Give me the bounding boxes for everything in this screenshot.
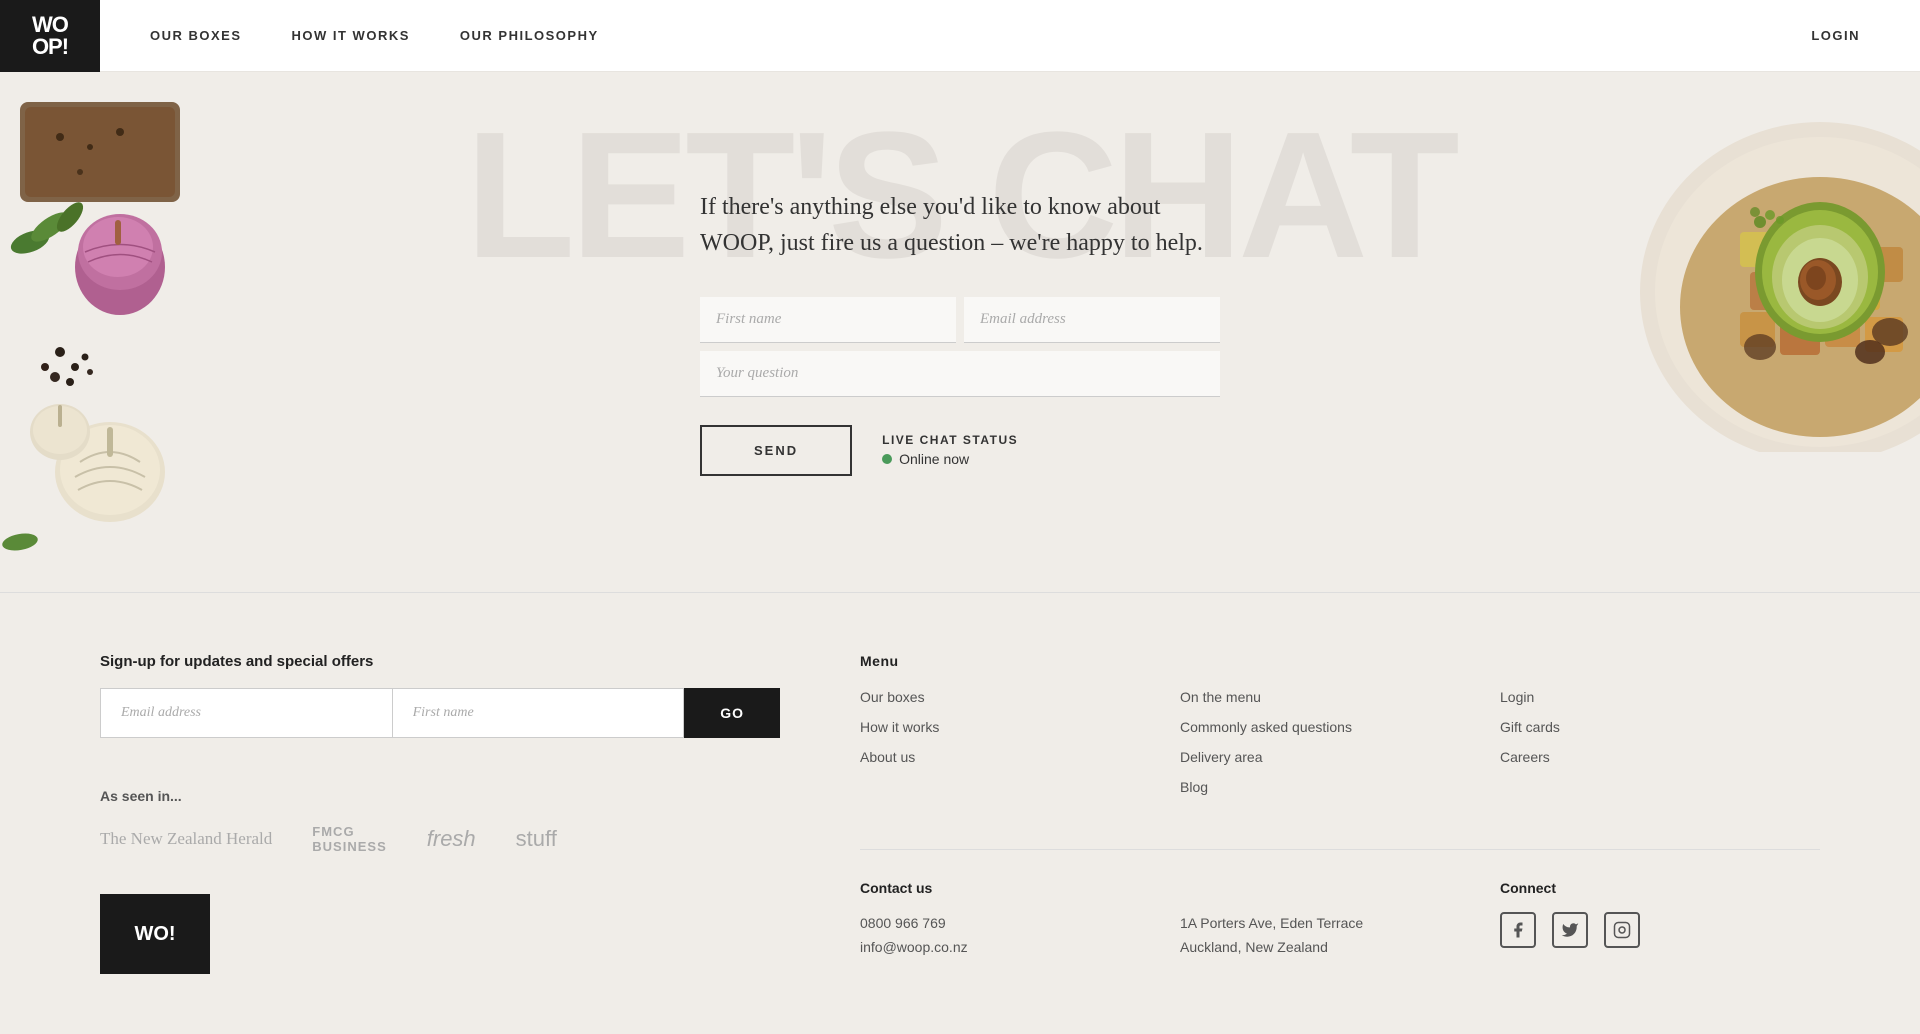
newsletter-form: GO <box>100 688 780 738</box>
footer-menu-title: Menu <box>860 653 1180 669</box>
twitter-icon[interactable] <box>1552 912 1588 948</box>
footer-nav-col3-spacer <box>1500 653 1820 669</box>
contact-subtitle: If there's anything else you'd like to k… <box>700 189 1220 261</box>
chat-status-label: LIVE CHAT STATUS <box>882 433 1018 447</box>
newsletter-go-button[interactable]: GO <box>684 688 780 738</box>
footer-logo[interactable]: WO! <box>100 894 210 974</box>
nav-our-boxes[interactable]: OUR BOXES <box>150 28 242 43</box>
footer-nav-col-3: Login Gift cards Careers <box>1500 653 1820 809</box>
login-button[interactable]: LOGIN <box>1811 28 1860 43</box>
facebook-icon[interactable] <box>1500 912 1536 948</box>
nav-our-philosophy[interactable]: OUR PHILOSOPHY <box>460 28 599 43</box>
send-button[interactable]: SEND <box>700 425 852 476</box>
footer: Sign-up for updates and special offers G… <box>0 592 1920 1034</box>
contact-email[interactable]: info@woop.co.nz <box>860 939 968 955</box>
online-dot-icon <box>882 454 892 464</box>
media-logos: The New Zealand Herald FMCGBUSINESS fres… <box>100 824 780 854</box>
footer-nav-col2-spacer <box>1180 653 1500 669</box>
fmcg-logo: FMCGBUSINESS <box>312 824 386 854</box>
footer-nav: Menu Our boxes How it works About us On … <box>860 653 1820 809</box>
footer-link-delivery[interactable]: Delivery area <box>1180 749 1262 765</box>
nzherald-logo: The New Zealand Herald <box>100 829 272 849</box>
fresh-logo: fresh <box>427 826 476 852</box>
footer-link-login[interactable]: Login <box>1500 689 1534 705</box>
contact-section: LET'S CHAT <box>0 72 1920 592</box>
main-nav: OUR BOXES HOW IT WORKS OUR PHILOSOPHY <box>150 28 1811 43</box>
online-label: Online now <box>899 451 969 467</box>
page-wrapper: LET'S CHAT <box>0 0 1920 1034</box>
stuff-logo: stuff <box>516 826 557 852</box>
form-actions: SEND LIVE CHAT STATUS Online now <box>700 425 1220 476</box>
logo-text: WOOP! <box>32 14 68 58</box>
footer-nav-col-2: On the menu Commonly asked questions Del… <box>1180 653 1500 809</box>
footer-left: Sign-up for updates and special offers G… <box>100 653 780 974</box>
footer-link-faq[interactable]: Commonly asked questions <box>1180 719 1352 735</box>
contact-address-col: 1A Porters Ave, Eden Terrace Auckland, N… <box>1180 880 1500 960</box>
contact-address-line1: 1A Porters Ave, Eden Terrace <box>1180 915 1363 931</box>
connect-col: Connect <box>1500 880 1820 960</box>
newsletter-name-input[interactable] <box>393 688 685 738</box>
contact-address-spacer <box>1180 880 1500 896</box>
footer-link-how-it-works[interactable]: How it works <box>860 719 939 735</box>
contact-details-col: Contact us 0800 966 769 info@woop.co.nz <box>860 880 1180 960</box>
footer-link-about-us[interactable]: About us <box>860 749 915 765</box>
online-status: Online now <box>882 451 1018 467</box>
footer-nav-col-1: Menu Our boxes How it works About us <box>860 653 1180 809</box>
contact-phone: 0800 966 769 <box>860 915 946 931</box>
food-image-right <box>1500 72 1920 452</box>
newsletter-email-input[interactable] <box>100 688 393 738</box>
footer-right: Menu Our boxes How it works About us On … <box>860 653 1820 974</box>
footer-link-careers[interactable]: Careers <box>1500 749 1550 765</box>
site-header: WOOP! OUR BOXES HOW IT WORKS OUR PHILOSO… <box>0 0 1920 72</box>
first-name-input[interactable] <box>700 297 956 343</box>
contact-form-container: If there's anything else you'd like to k… <box>700 189 1220 476</box>
footer-inner: Sign-up for updates and special offers G… <box>100 653 1820 974</box>
instagram-icon[interactable] <box>1604 912 1640 948</box>
footer-logo-text: WO! <box>134 923 175 946</box>
logo[interactable]: WOOP! <box>0 0 100 72</box>
connect-title: Connect <box>1500 880 1820 896</box>
footer-link-our-boxes[interactable]: Our boxes <box>860 689 925 705</box>
email-input[interactable] <box>964 297 1220 343</box>
question-input[interactable] <box>700 351 1220 397</box>
food-image-left <box>0 72 260 592</box>
footer-link-on-the-menu[interactable]: On the menu <box>1180 689 1261 705</box>
name-email-row <box>700 297 1220 343</box>
newsletter-title: Sign-up for updates and special offers <box>100 653 780 670</box>
nav-how-it-works[interactable]: HOW IT WORKS <box>292 28 410 43</box>
footer-link-gift-cards[interactable]: Gift cards <box>1500 719 1560 735</box>
footer-contact: Contact us 0800 966 769 info@woop.co.nz … <box>860 849 1820 960</box>
seen-in-title: As seen in... <box>100 788 780 804</box>
chat-status: LIVE CHAT STATUS Online now <box>882 433 1018 467</box>
social-icons <box>1500 912 1820 948</box>
contact-address-line2: Auckland, New Zealand <box>1180 939 1328 955</box>
contact-title: Contact us <box>860 880 1180 896</box>
footer-link-blog[interactable]: Blog <box>1180 779 1208 795</box>
